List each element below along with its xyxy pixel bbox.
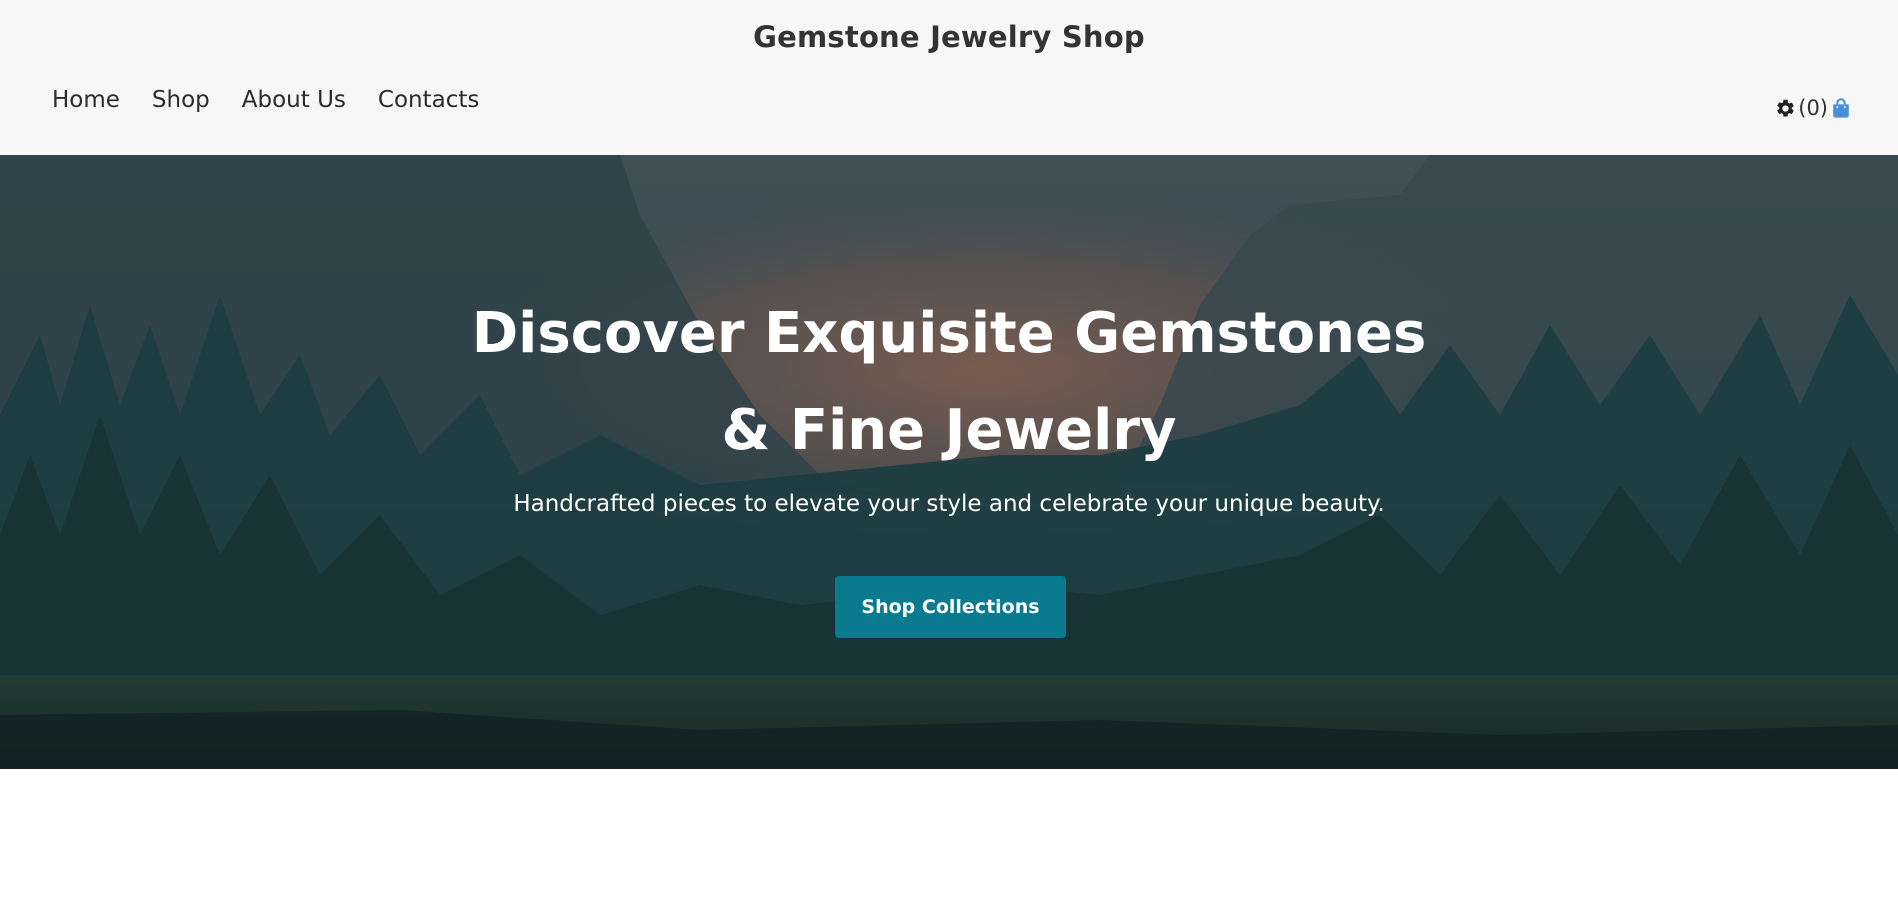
site-header: Gemstone Jewelry Shop Home Shop About Us… — [0, 0, 1898, 155]
hero-title-line-2: & Fine Jewelry — [721, 398, 1177, 463]
site-title[interactable]: Gemstone Jewelry Shop — [0, 20, 1898, 54]
main-nav: Home Shop About Us Contacts — [52, 87, 479, 113]
hero-title: Discover Exquisite Gemstones & Fine Jewe… — [0, 285, 1898, 479]
cart-count[interactable]: (0) — [1798, 96, 1828, 120]
gear-icon[interactable] — [1775, 98, 1796, 119]
nav-item-shop[interactable]: Shop — [152, 87, 210, 113]
hero-banner: Discover Exquisite Gemstones & Fine Jewe… — [0, 155, 1898, 769]
shop-collections-button[interactable]: Shop Collections — [835, 576, 1066, 638]
hero-subtitle: Handcrafted pieces to elevate your style… — [513, 491, 1385, 517]
hero-title-line-1: Discover Exquisite Gemstones — [471, 301, 1427, 366]
nav-item-about-us[interactable]: About Us — [242, 87, 346, 113]
shopping-bag-icon[interactable] — [1830, 97, 1852, 119]
nav-item-contacts[interactable]: Contacts — [378, 87, 479, 113]
header-utility: (0) — [1775, 96, 1852, 120]
nav-item-home[interactable]: Home — [52, 87, 120, 113]
